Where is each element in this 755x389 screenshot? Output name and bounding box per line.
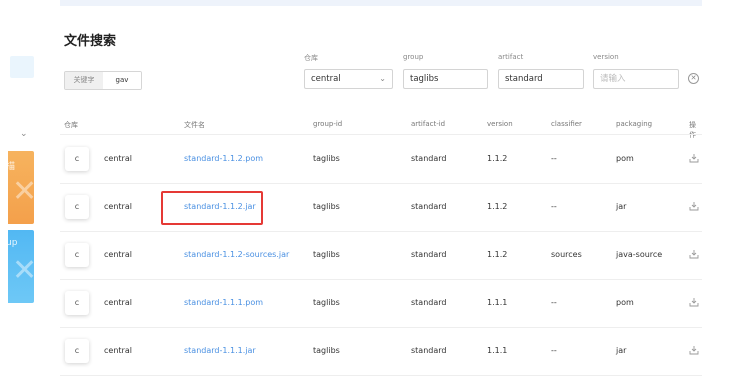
version-cell: 1.1.2 [487, 202, 508, 211]
column-header-group-id: group-id [313, 120, 343, 128]
packaging-cell: java-source [616, 250, 663, 259]
column-header-classifier: classifier [551, 120, 582, 128]
mode-keyword-button[interactable]: 关键字 [65, 72, 103, 89]
version-cell: 1.1.1 [487, 346, 508, 355]
repo-select[interactable]: central ⌄ [304, 69, 393, 89]
artifact-id-cell: standard [411, 154, 447, 163]
table-row: c central standard-1.1.1.jar taglibs standar… [60, 327, 702, 376]
table-row: c central standard-1.1.2.pom taglibs standar… [60, 135, 702, 184]
group-id-cell: taglibs [313, 154, 340, 163]
repo-type-icon: c [65, 147, 89, 171]
classifier-cell: -- [551, 346, 557, 355]
packaging-cell: pom [616, 154, 634, 163]
group-id-cell: taglibs [313, 202, 340, 211]
table-row: c central standard-1.1.1.pom taglibs standar… [60, 279, 702, 328]
filename-link[interactable]: standard-1.1.2-sources.jar [184, 231, 289, 279]
mode-gav-button[interactable]: gav [103, 72, 141, 89]
repo-select-value: central [311, 74, 341, 84]
filename-link[interactable]: standard-1.1.2.pom [184, 135, 263, 183]
group-label: group [403, 53, 424, 61]
repo-cell: central [104, 346, 132, 355]
column-header-filename: 文件名 [184, 121, 205, 129]
repo-cell: central [104, 202, 132, 211]
column-header-repo: 仓库 [64, 121, 78, 129]
version-cell: 1.1.2 [487, 250, 508, 259]
sidebar-card-label: up [8, 238, 18, 248]
version-input[interactable]: 请输入 [593, 69, 679, 89]
packaging-cell: jar [616, 346, 627, 355]
artifact-id-cell: standard [411, 250, 447, 259]
packaging-cell: jar [616, 202, 627, 211]
chevron-down-icon: ⌄ [379, 74, 386, 83]
x-mark-icon: ✕ [12, 174, 34, 209]
artifact-id-cell: standard [411, 346, 447, 355]
download-icon[interactable] [689, 153, 699, 163]
version-cell: 1.1.1 [487, 298, 508, 307]
group-input[interactable]: taglibs [403, 69, 488, 89]
artifact-id-cell: standard [411, 298, 447, 307]
group-id-cell: taglibs [313, 298, 340, 307]
classifier-cell: -- [551, 298, 557, 307]
top-strip [60, 0, 702, 6]
chevron-down-icon[interactable]: ⌄ [20, 129, 28, 139]
table-row: c central standard-1.1.2.jar taglibs standar… [60, 183, 702, 232]
group-id-cell: taglibs [313, 346, 340, 355]
left-sidebar: ⌄ 描 ✕ up ✕ [0, 0, 50, 389]
version-label: version [593, 53, 619, 61]
column-header-version: version [487, 120, 513, 128]
download-icon[interactable] [689, 249, 699, 259]
repo-cell: central [104, 250, 132, 259]
sidebar-tile[interactable] [10, 56, 34, 78]
column-header-artifact-id: artifact-id [411, 120, 446, 128]
repo-cell: central [104, 154, 132, 163]
clear-search-icon[interactable]: ✕ [688, 73, 699, 84]
download-icon[interactable] [689, 297, 699, 307]
table-row: c central standard-1.1.2-sources.jar taglib… [60, 231, 702, 280]
classifier-cell: sources [551, 250, 582, 259]
sidebar-card-blue[interactable]: up ✕ [8, 230, 34, 303]
download-icon[interactable] [689, 201, 699, 211]
download-icon[interactable] [689, 345, 699, 355]
highlight-box [161, 191, 263, 225]
filename-link[interactable]: standard-1.1.1.jar [184, 327, 256, 375]
sidebar-card-orange[interactable]: 描 ✕ [8, 151, 34, 224]
repo-label: 仓库 [304, 54, 318, 62]
artifact-input[interactable]: standard [498, 69, 584, 89]
repo-type-icon: c [65, 291, 89, 315]
packaging-cell: pom [616, 298, 634, 307]
repo-type-icon: c [65, 243, 89, 267]
group-id-cell: taglibs [313, 250, 340, 259]
repo-type-icon: c [65, 339, 89, 363]
sidebar-card-label: 描 [8, 162, 16, 172]
classifier-cell: -- [551, 154, 557, 163]
search-mode-toggle: 关键字 gav [64, 71, 142, 90]
filename-link[interactable]: standard-1.1.1.pom [184, 279, 263, 327]
repo-type-icon: c [65, 195, 89, 219]
page-title: 文件搜索 [64, 34, 117, 49]
artifact-id-cell: standard [411, 202, 447, 211]
repo-cell: central [104, 298, 132, 307]
version-cell: 1.1.2 [487, 154, 508, 163]
column-header-packaging: packaging [616, 120, 653, 128]
artifact-label: artifact [498, 53, 524, 61]
classifier-cell: -- [551, 202, 557, 211]
x-mark-icon: ✕ [12, 253, 34, 288]
